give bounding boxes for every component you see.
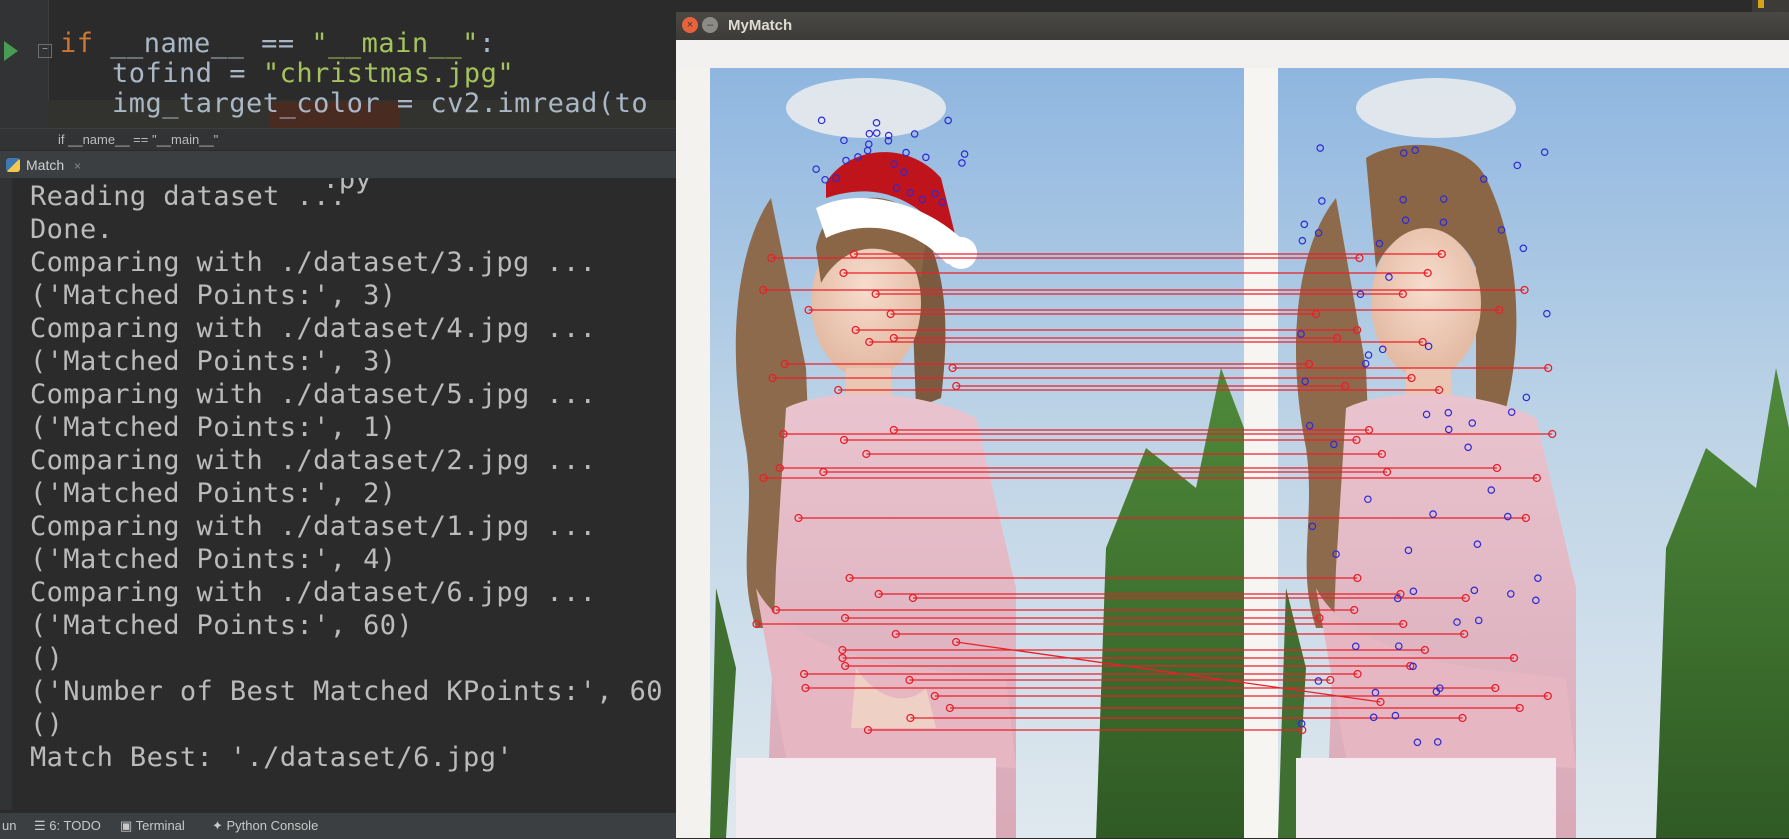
console-line: Comparing with ./dataset/5.jpg ...	[30, 379, 597, 410]
console-line: ('Number of Best Matched KPoints:', 60	[30, 676, 663, 707]
todo-label: 6: TODO	[49, 818, 101, 833]
editor-gutter	[0, 0, 49, 128]
code-line-1: if __name__ == "__main__":	[60, 28, 496, 59]
terminal-icon: ▣	[120, 818, 136, 833]
code-eq: =	[212, 58, 263, 89]
match-image-canvas	[676, 68, 1789, 838]
list-icon: ☰	[34, 818, 50, 833]
window-close-button[interactable]: ×	[682, 17, 698, 33]
console-line: ('Matched Points:', 3)	[30, 280, 397, 311]
code-editor[interactable]: − if __name__ == "__main__": tofind = "c…	[0, 0, 676, 128]
run-tool-button[interactable]: un	[2, 818, 16, 834]
console-output[interactable]: .py Reading dataset ... Done. Comparing wi…	[12, 178, 676, 810]
console-line: ('Matched Points:', 1)	[30, 412, 397, 443]
python-console-label: Python Console	[226, 818, 319, 833]
tray-indicator-icon	[1758, 0, 1764, 8]
terminal-label: Terminal	[135, 818, 185, 833]
mymatch-window: × – MyMatch	[676, 12, 1789, 838]
window-titlebar[interactable]: × – MyMatch	[676, 12, 1789, 40]
console-line: ()	[30, 643, 64, 674]
terminal-tool-button[interactable]: ▣ Terminal	[120, 818, 185, 834]
keyword-if: if	[60, 28, 94, 59]
code-line-2: tofind = "christmas.jpg"	[112, 58, 514, 89]
code-colon: :	[478, 28, 496, 59]
close-icon[interactable]: ×	[74, 159, 81, 173]
console-line: Comparing with ./dataset/1.jpg ...	[30, 511, 597, 542]
console-line: ('Matched Points:', 2)	[30, 478, 397, 509]
breadcrumb[interactable]: if __name__ == "__main__"	[0, 128, 676, 150]
run-arrow-icon[interactable]	[4, 41, 18, 61]
run-tabbar: Match ×	[0, 150, 676, 179]
python-console-button[interactable]: ✦ Python Console	[212, 818, 318, 834]
run-toolbar-strip	[0, 178, 12, 810]
image-divider	[1244, 68, 1278, 838]
code-string-2: "christmas.jpg"	[262, 58, 515, 89]
code-op: ==	[244, 28, 312, 59]
code-string: "__main__"	[311, 28, 479, 59]
console-line: ('Matched Points:', 4)	[30, 544, 397, 575]
ide-panel: − if __name__ == "__main__": tofind = "c…	[0, 0, 676, 839]
code-line-3: img_target_color = cv2.imread(to	[112, 88, 649, 119]
console-line: Done.	[30, 214, 114, 245]
console-line: Comparing with ./dataset/3.jpg ...	[30, 247, 597, 278]
window-minimize-button[interactable]: –	[702, 17, 718, 33]
console-line: ('Matched Points:', 3)	[30, 346, 397, 377]
todo-tool-button[interactable]: ☰ 6: TODO	[34, 818, 101, 834]
code-var: tofind	[112, 58, 213, 89]
window-title: MyMatch	[728, 17, 793, 34]
console-line: Comparing with ./dataset/6.jpg ...	[30, 577, 597, 608]
console-lines: Reading dataset ... Done. Comparing with .…	[12, 180, 663, 774]
console-line: ()	[30, 709, 64, 740]
console-line: Match Best: './dataset/6.jpg'	[30, 742, 514, 773]
console-line: Comparing with ./dataset/4.jpg ...	[30, 313, 597, 344]
query-image	[676, 68, 1244, 838]
status-bar: un ☰ 6: TODO ▣ Terminal ✦ Python Console	[0, 812, 676, 839]
tab-match[interactable]: Match ×	[6, 155, 81, 175]
fold-icon[interactable]: −	[38, 44, 52, 58]
python-console-icon: ✦	[212, 818, 227, 833]
console-line: Comparing with ./dataset/2.jpg ...	[30, 445, 597, 476]
code-name: __name__	[110, 28, 245, 59]
match-image	[676, 68, 1789, 838]
python-icon	[6, 158, 20, 172]
console-line: Reading dataset ...	[30, 181, 347, 212]
dataset-image	[1278, 68, 1789, 838]
window-toolbar	[676, 40, 1789, 69]
tab-match-label: Match	[26, 157, 65, 173]
console-line: ('Matched Points:', 60)	[30, 610, 414, 641]
